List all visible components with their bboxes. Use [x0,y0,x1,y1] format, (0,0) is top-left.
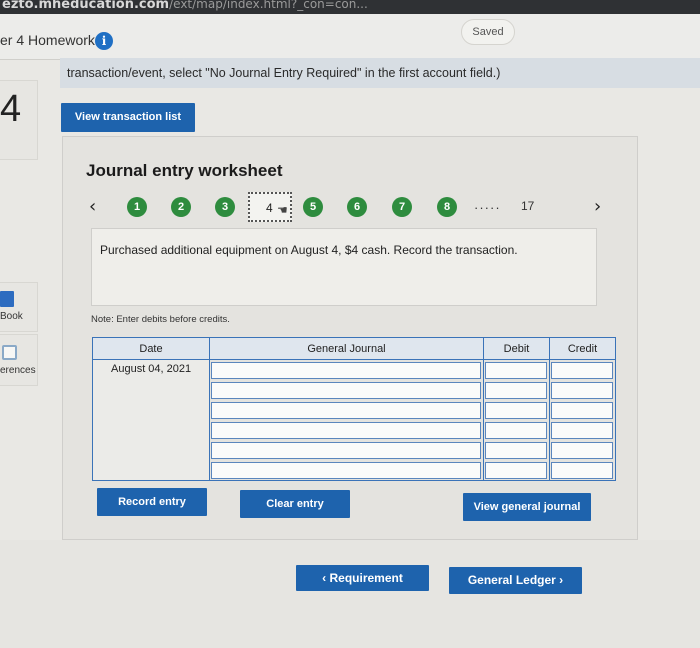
record-entry-button[interactable]: Record entry [97,488,207,516]
account-input[interactable] [211,382,481,399]
references-icon [2,345,17,360]
step-2-button[interactable]: 2 [171,197,191,217]
table-row [93,380,615,400]
url-domain: ezto.mheducation.com [2,0,170,12]
account-input[interactable] [211,442,481,459]
date-cell [93,380,209,400]
debit-input[interactable] [485,402,547,419]
references-tile[interactable]: erences [0,334,38,386]
date-column-header: Date [139,343,163,355]
book-label: Book [0,311,23,322]
credit-input[interactable] [551,422,613,439]
credit-input[interactable] [551,362,613,379]
steps-ellipsis: ····· [474,200,501,215]
date-cell: August 04, 2021 [93,360,209,380]
step-4-current[interactable]: 4 ☚ [248,192,292,222]
next-transaction-button[interactable]: › [594,196,601,217]
debits-note: Note: Enter debits before credits. [91,314,230,325]
info-icon[interactable]: i [95,32,113,50]
requirement-button[interactable]: ‹ Requirement [296,565,429,591]
general-journal-column-header: General Journal [307,343,386,355]
instruction-text: transaction/event, select "No Journal En… [67,66,501,80]
table-row: August 04, 2021 [93,360,615,380]
clear-entry-button[interactable]: Clear entry [240,490,350,518]
table-row [93,440,615,460]
table-row [93,460,615,480]
assignment-header: er 4 Homework i [0,14,700,60]
credit-input[interactable] [551,462,613,479]
saved-status-badge: Saved [461,19,515,45]
instruction-banner: transaction/event, select "No Journal En… [60,58,700,88]
step-6-button[interactable]: 6 [347,197,367,217]
browser-address-bar: ezto.mheducation.com/ext/map/index.html?… [0,0,700,14]
current-step-number: 4 [266,201,273,215]
view-general-journal-button[interactable]: View general journal [463,493,591,521]
debit-column-header: Debit [503,343,530,355]
credit-input[interactable] [551,442,613,459]
debit-input[interactable] [485,422,547,439]
step-1-button[interactable]: 1 [127,197,147,217]
date-cell [93,460,209,480]
references-label: erences [0,365,36,376]
date-cell [93,400,209,420]
step-8-button[interactable]: 8 [437,197,457,217]
question-number: 4 [0,88,22,130]
step-17-button[interactable]: 17 [521,199,534,213]
credit-input[interactable] [551,382,613,399]
table-row [93,420,615,440]
url-path: /ext/map/index.html?_con=con... [169,0,368,11]
step-5-button[interactable]: 5 [303,197,323,217]
account-input[interactable] [211,422,481,439]
transaction-description-box: Purchased additional equipment on August… [91,228,597,306]
step-7-button[interactable]: 7 [392,197,412,217]
transaction-description: Purchased additional equipment on August… [100,243,518,257]
bottom-nav-area [0,540,700,648]
debit-input[interactable] [485,382,547,399]
debit-input[interactable] [485,442,547,459]
general-ledger-button[interactable]: General Ledger › [449,567,582,594]
hand-cursor-icon: ☚ [277,203,288,217]
table-row [93,400,615,420]
prev-transaction-button[interactable]: ‹ [89,196,96,217]
account-input[interactable] [211,462,481,479]
debit-input[interactable] [485,362,547,379]
debit-input[interactable] [485,462,547,479]
journal-entry-table: Date General Journal Debit Credit August… [92,337,616,481]
table-header-row: Date General Journal Debit Credit [93,338,615,360]
credit-input[interactable] [551,402,613,419]
ebook-icon [0,291,14,307]
account-input[interactable] [211,362,481,379]
date-cell [93,420,209,440]
assignment-title: er 4 Homework [0,32,95,48]
credit-column-header: Credit [567,343,598,355]
book-tile[interactable]: Book [0,282,38,332]
view-transaction-list-button[interactable]: View transaction list [61,103,195,132]
worksheet-title: Journal entry worksheet [86,161,283,180]
account-input[interactable] [211,402,481,419]
date-cell [93,440,209,460]
step-3-button[interactable]: 3 [215,197,235,217]
